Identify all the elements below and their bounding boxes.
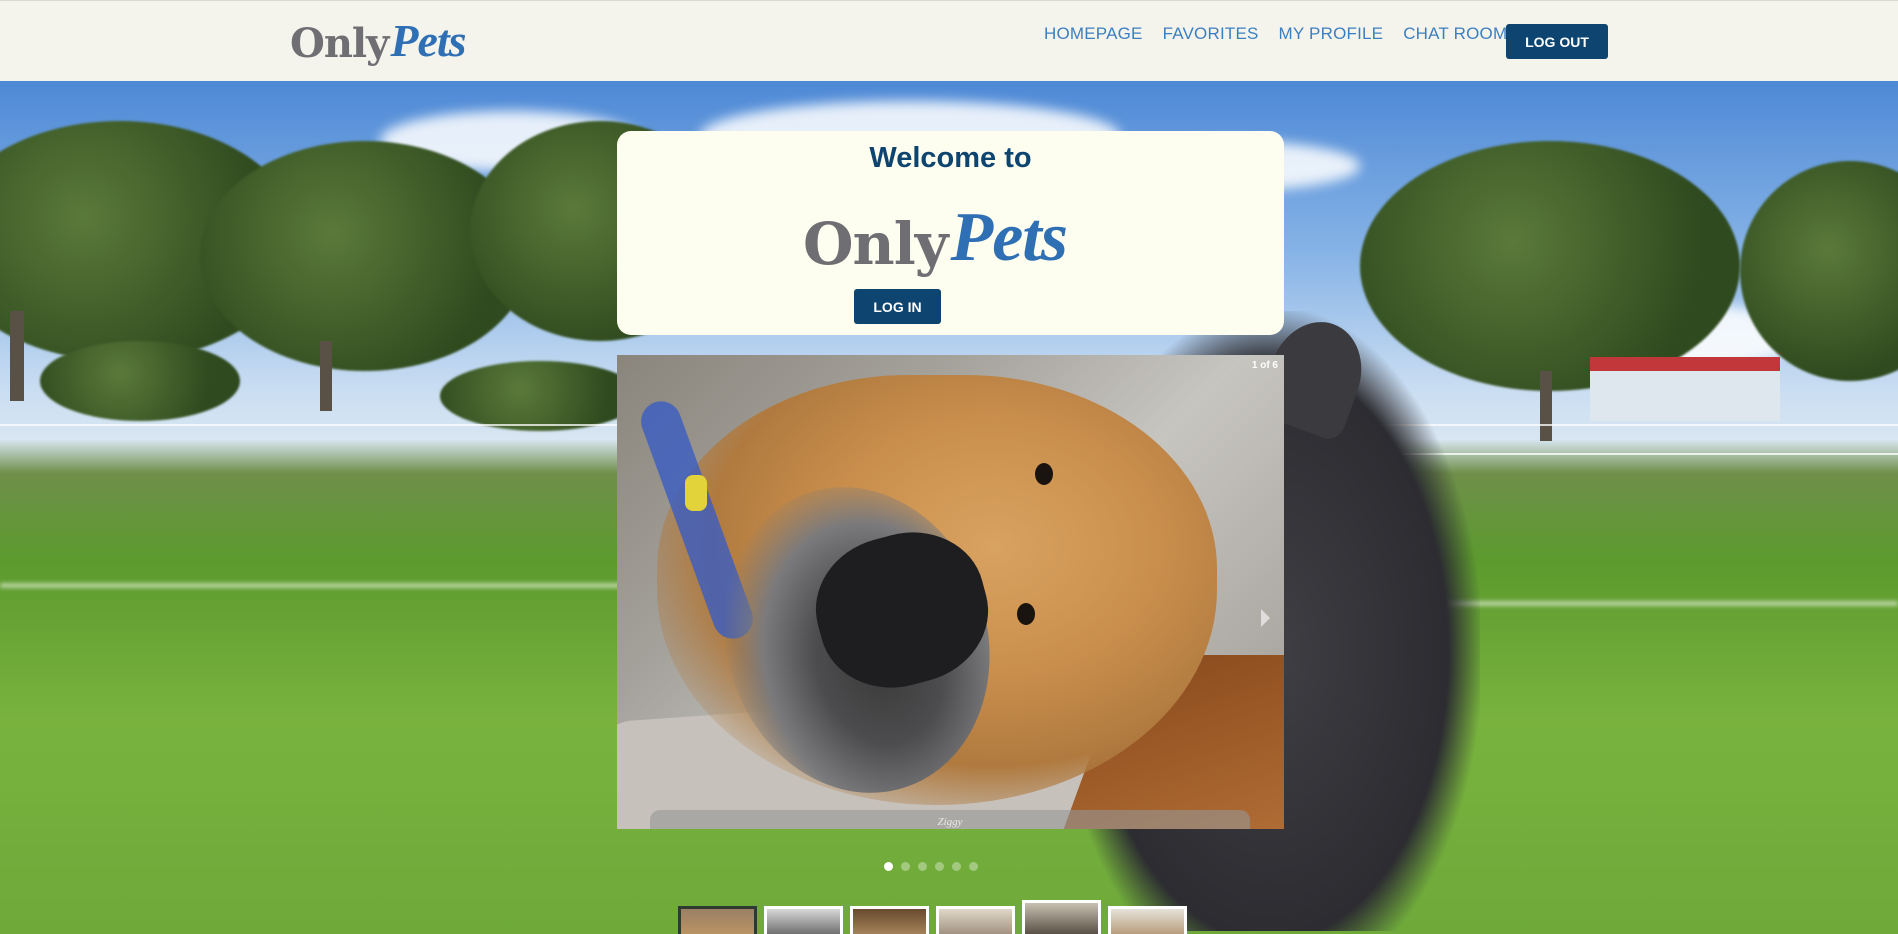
slide-dot[interactable] xyxy=(952,862,961,871)
thumbnail-strip xyxy=(678,900,1187,934)
login-button[interactable]: LOG IN xyxy=(854,289,941,324)
nav-homepage[interactable]: HOMEPAGE xyxy=(1044,24,1143,44)
thumbnail[interactable] xyxy=(764,906,843,934)
slide-dot[interactable] xyxy=(935,862,944,871)
logo-text-only: Only xyxy=(803,210,948,278)
logo-text-only: Only xyxy=(290,20,389,67)
pet-slideshow[interactable]: 1 of 6 Ziggy xyxy=(617,355,1284,829)
thumbnail[interactable] xyxy=(678,906,757,934)
site-header: Only Pets HOMEPAGE FAVORITES MY PROFILE … xyxy=(0,0,1898,81)
slide-caption: Ziggy xyxy=(650,810,1250,829)
thumbnail[interactable] xyxy=(850,906,929,934)
welcome-card: Welcome to Only Pets LOG IN xyxy=(617,131,1284,335)
main-nav: HOMEPAGE FAVORITES MY PROFILE CHAT ROOM xyxy=(1044,1,1507,67)
slide-dot[interactable] xyxy=(901,862,910,871)
thumbnail[interactable] xyxy=(1108,906,1187,934)
slide-dots xyxy=(884,862,978,871)
slide-dot[interactable] xyxy=(969,862,978,871)
logo-text-pets: Pets xyxy=(390,15,466,66)
logo-text-pets: Pets xyxy=(950,199,1068,276)
welcome-logo: Only Pets xyxy=(803,188,1068,278)
slide-dot[interactable] xyxy=(918,862,927,871)
thumbnail[interactable] xyxy=(936,906,1015,934)
slide-dot[interactable] xyxy=(884,862,893,871)
logout-button[interactable]: LOG OUT xyxy=(1506,24,1608,59)
next-arrow-icon[interactable] xyxy=(1261,609,1270,627)
nav-favorites[interactable]: FAVORITES xyxy=(1163,24,1259,44)
thumbnail[interactable] xyxy=(1022,900,1101,934)
welcome-title: Welcome to xyxy=(869,142,1032,174)
slide-counter: 1 of 6 xyxy=(1251,360,1278,371)
nav-my-profile[interactable]: MY PROFILE xyxy=(1279,24,1384,44)
onlypets-logo[interactable]: Only Pets xyxy=(290,11,467,67)
nav-chat-room[interactable]: CHAT ROOM xyxy=(1403,24,1507,44)
